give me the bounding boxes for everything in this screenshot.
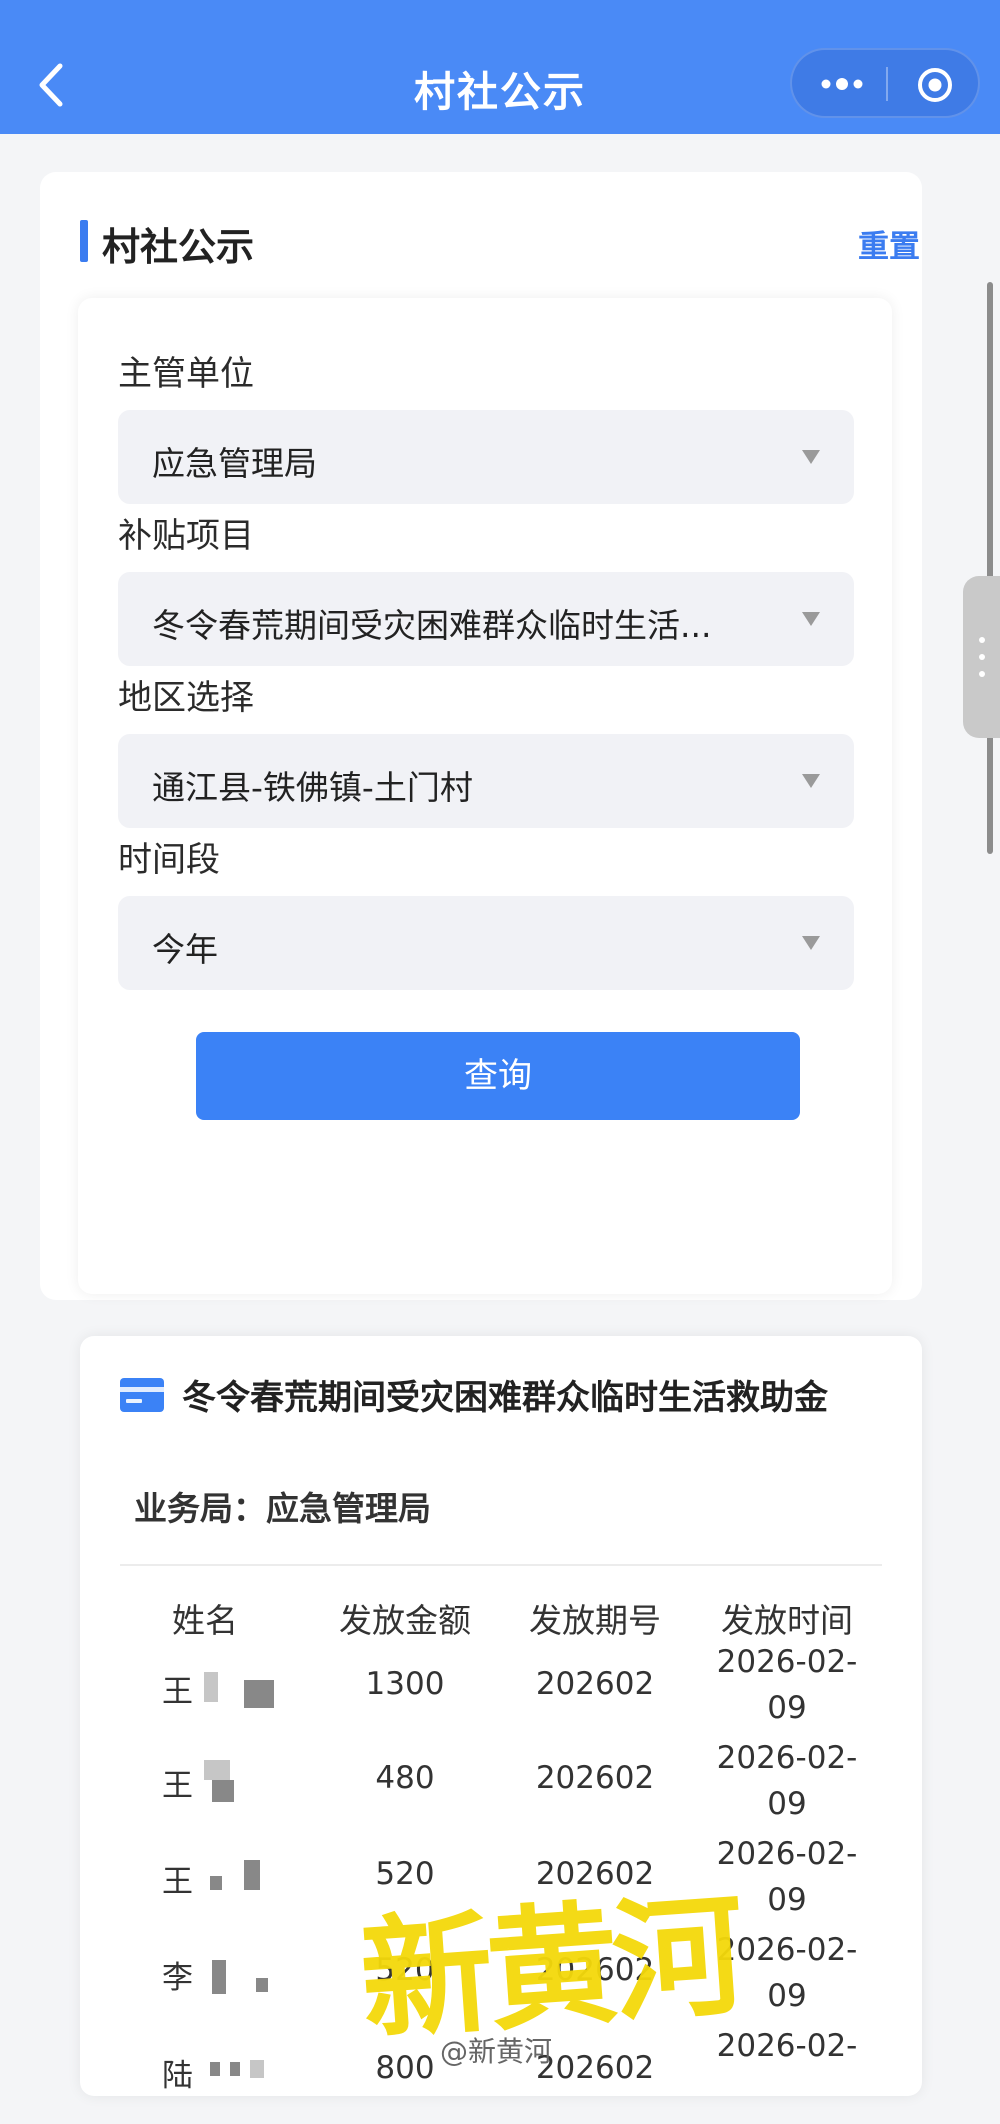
filter-form: 主管单位 应急管理局 补贴项目 冬令春荒期间受灾困难群众临时生活... 地区选择…	[78, 298, 892, 1294]
cell-period: 202602	[535, 1760, 655, 1796]
more-dots-icon[interactable]	[818, 72, 866, 96]
privacy-mosaic	[212, 1780, 234, 1802]
bureau-label: 业务局：应急管理局	[134, 1489, 431, 1528]
privacy-mosaic	[230, 2062, 240, 2076]
privacy-mosaic	[244, 1860, 260, 1890]
cell-name: 王	[162, 1674, 193, 1710]
privacy-mosaic	[204, 1760, 230, 1780]
filter-card: 村社公示 重置 主管单位 应急管理局 补贴项目 冬令春荒期间受灾困难群众临时生活…	[40, 172, 922, 1300]
cell-amount: 480	[375, 1760, 435, 1796]
side-drag-handle[interactable]	[963, 576, 1000, 738]
mini-program-capsule	[790, 48, 980, 118]
column-header-amount: 发放金额	[339, 1601, 471, 1640]
query-button[interactable]: 查询	[196, 1032, 800, 1120]
cell-name: 陆	[162, 2058, 193, 2094]
cell-name: 李	[162, 1960, 193, 1996]
privacy-mosaic	[212, 1960, 226, 1994]
privacy-mosaic	[256, 1978, 268, 1992]
field-label-department: 主管单位	[118, 354, 254, 394]
column-header-period: 发放期号	[529, 1601, 661, 1640]
cell-period: 202602	[535, 1666, 655, 1702]
cell-amount: 1300	[365, 1666, 445, 1702]
select-department[interactable]: 应急管理局	[118, 410, 854, 504]
select-region[interactable]: 通江县-铁佛镇-土门村	[118, 734, 854, 828]
select-time-period[interactable]: 今年	[118, 896, 854, 990]
select-value: 冬令春荒期间受灾困难群众临时生活...	[152, 606, 712, 645]
privacy-mosaic	[210, 2062, 220, 2076]
nav-bar: 村社公示	[0, 0, 1000, 134]
select-value: 今年	[152, 930, 218, 969]
reset-button[interactable]: 重置	[858, 221, 920, 266]
privacy-mosaic	[204, 1672, 218, 1702]
table-row[interactable]: 王 480 202602 2026-02- 09	[80, 1740, 922, 1836]
privacy-mosaic	[210, 1876, 222, 1890]
select-value: 应急管理局	[152, 444, 317, 483]
field-label-period: 时间段	[118, 840, 220, 880]
scrollbar-thumb[interactable]	[987, 282, 993, 854]
column-header-date: 发放时间	[721, 1601, 853, 1640]
cell-date: 2026-02-	[716, 1740, 858, 1776]
privacy-mosaic	[250, 2060, 264, 2078]
privacy-mosaic	[244, 1680, 274, 1708]
cell-date-day: 09	[767, 1690, 807, 1726]
caret-down-icon	[802, 450, 820, 464]
section-title: 村社公示	[102, 225, 255, 269]
card-icon	[120, 1378, 164, 1412]
cell-name: 王	[162, 1768, 193, 1804]
result-title: 冬令春荒期间受灾困难群众临时生活救助金	[182, 1378, 828, 1418]
drag-dots-icon	[979, 637, 985, 677]
caret-down-icon	[802, 612, 820, 626]
caret-down-icon	[802, 774, 820, 788]
divider	[120, 1564, 882, 1566]
section-accent-bar	[80, 220, 88, 262]
field-label-region: 地区选择	[118, 678, 254, 718]
target-icon[interactable]	[916, 66, 954, 104]
column-header-name: 姓名	[172, 1601, 238, 1640]
select-value: 通江县-铁佛镇-土门村	[152, 768, 473, 807]
select-subsidy-project[interactable]: 冬令春荒期间受灾困难群众临时生活...	[118, 572, 854, 666]
caret-down-icon	[802, 936, 820, 950]
cell-name: 王	[162, 1864, 193, 1900]
cell-date: 2026-02-	[716, 1644, 858, 1680]
weibo-watermark: @新黄河	[440, 2035, 553, 2068]
capsule-divider	[886, 67, 888, 101]
cell-date-day: 09	[767, 1786, 807, 1822]
field-label-subsidy: 补贴项目	[118, 516, 254, 556]
table-row[interactable]: 王 1300 202602 2026-02- 09	[80, 1644, 922, 1740]
